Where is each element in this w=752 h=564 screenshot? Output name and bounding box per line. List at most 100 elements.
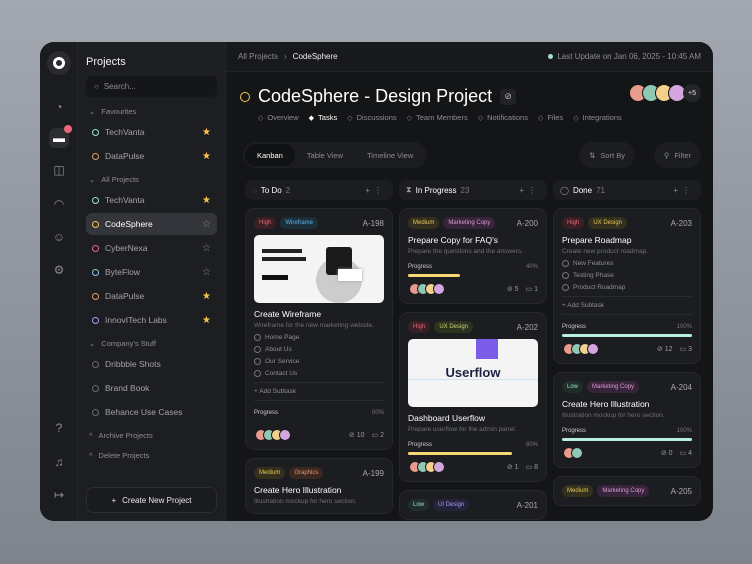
- card-meta: ⊘ 5 ▭ 1: [507, 285, 538, 293]
- breadcrumb-root[interactable]: All Projects: [238, 52, 278, 61]
- tab-overview[interactable]: ◇ Overview: [258, 113, 299, 122]
- checkbox-icon[interactable]: [562, 260, 569, 267]
- sidebar-item[interactable]: TechVanta ★: [86, 189, 217, 211]
- tab-tasks[interactable]: ◆ Tasks: [309, 113, 338, 122]
- task-card[interactable]: Low Marketing Copy A-204 Create Hero Illust…: [553, 372, 701, 468]
- assignee-avatars[interactable]: [562, 343, 599, 355]
- assignee-avatars[interactable]: [562, 447, 583, 459]
- view-timeline-view[interactable]: Timeline View: [355, 144, 425, 166]
- sort-button[interactable]: ⇅ Sort By: [579, 142, 635, 168]
- sidebar-item[interactable]: Behance Use Cases: [86, 401, 217, 423]
- subtask-item[interactable]: Product Roadmap: [562, 284, 692, 291]
- sidebar-item[interactable]: TechVanta ★: [86, 121, 217, 143]
- tab-team-members[interactable]: ◇ Team Members: [407, 113, 468, 122]
- star-filled-icon[interactable]: ★: [202, 151, 211, 162]
- sidebar-item[interactable]: ByteFlow ☆: [86, 261, 217, 283]
- subtask-item[interactable]: Contact Us: [254, 370, 384, 377]
- task-card[interactable]: Low UI Design A-201: [399, 490, 547, 520]
- task-card[interactable]: High UX Design A-202 Userflow Dashboard User…: [399, 312, 547, 482]
- search-input[interactable]: ○ Search...: [86, 76, 217, 97]
- team-avatars[interactable]: +5: [629, 84, 701, 102]
- subtask-item[interactable]: Our Service: [254, 358, 384, 365]
- deleted-projects-section[interactable]: ^ Delete Projects: [86, 445, 217, 465]
- checkbox-icon[interactable]: [254, 346, 261, 353]
- comments[interactable]: ▭ 2: [372, 431, 384, 439]
- sidebar-item[interactable]: InnovITech Labs ★: [86, 309, 217, 331]
- archive-projects-section[interactable]: ^ Archive Projects: [86, 425, 217, 445]
- column-actions[interactable]: +⋮: [673, 186, 694, 195]
- checkbox-icon[interactable]: [254, 334, 261, 341]
- progress-bar: [408, 274, 538, 277]
- subtask-item[interactable]: About Us: [254, 346, 384, 353]
- task-card[interactable]: Medium Marketing Copy A-205: [553, 476, 701, 506]
- star-outline-icon[interactable]: ☆: [202, 219, 211, 230]
- task-card[interactable]: High Wireframe A-198 Create Wireframe Wirefr…: [245, 208, 393, 450]
- logo[interactable]: [47, 51, 71, 75]
- help-icon[interactable]: ?: [49, 418, 69, 438]
- chevron-up-icon: ^: [89, 450, 93, 460]
- star-outline-icon[interactable]: ☆: [202, 267, 211, 278]
- chat-icon[interactable]: ◫: [49, 160, 69, 180]
- view-kanban[interactable]: Kanban: [245, 144, 295, 166]
- project-color-icon: [92, 244, 99, 252]
- attachments[interactable]: ⊘ 0: [661, 449, 673, 457]
- create-project-button[interactable]: + Create New Project: [86, 487, 217, 513]
- add-subtask-button[interactable]: + Add Subtask: [562, 296, 692, 315]
- star-filled-icon[interactable]: ★: [202, 127, 211, 138]
- subtask-label: About Us: [265, 346, 292, 353]
- comments[interactable]: ▭ 8: [526, 463, 538, 471]
- task-card[interactable]: High UX Design A-203 Prepare Roadmap Create …: [553, 208, 701, 364]
- star-filled-icon[interactable]: ★: [202, 315, 211, 326]
- comments[interactable]: ▭ 4: [680, 449, 692, 457]
- dashboard-icon[interactable]: ◔: [49, 97, 69, 117]
- user-icon[interactable]: ☺: [49, 227, 69, 247]
- tab-files[interactable]: ◇ Files: [538, 113, 563, 122]
- comments[interactable]: ▭ 1: [526, 285, 538, 293]
- assignee-avatars[interactable]: [408, 461, 445, 473]
- more-members[interactable]: +5: [683, 84, 701, 102]
- star-outline-icon[interactable]: ☆: [202, 243, 211, 254]
- assignee-avatars[interactable]: [408, 283, 445, 295]
- star-filled-icon[interactable]: ★: [202, 195, 211, 206]
- sidebar-item[interactable]: DataPulse ★: [86, 285, 217, 307]
- checkbox-icon[interactable]: [562, 284, 569, 291]
- subtask-item[interactable]: Home Page: [254, 334, 384, 341]
- tab-notifications[interactable]: ◇ Notifications: [478, 113, 528, 122]
- subtask-item[interactable]: New Features: [562, 260, 692, 267]
- sidebar-section-header[interactable]: ⌄ Company's Stuff: [86, 333, 217, 353]
- sidebar-item[interactable]: CyberNexa ☆: [86, 237, 217, 259]
- checkbox-icon[interactable]: [254, 370, 261, 377]
- bell-icon[interactable]: ◠: [49, 194, 69, 214]
- sidebar-section-header[interactable]: ⌄ All Projects: [86, 169, 217, 189]
- column-actions[interactable]: +⋮: [365, 186, 386, 195]
- sidebar-item[interactable]: Brand Book: [86, 377, 217, 399]
- assignee-avatars[interactable]: [254, 429, 291, 441]
- attachments[interactable]: ⊘ 10: [349, 431, 365, 439]
- logout-icon[interactable]: ↦: [49, 485, 69, 505]
- sidebar-item[interactable]: Dribbble Shots: [86, 353, 217, 375]
- attachments[interactable]: ⊘ 12: [657, 345, 673, 353]
- sidebar-item[interactable]: CodeSphere ☆: [86, 213, 217, 235]
- link-icon[interactable]: ⊘: [500, 88, 517, 105]
- headset-icon[interactable]: ♫: [49, 452, 69, 472]
- progress-value: 40%: [525, 264, 538, 270]
- star-filled-icon[interactable]: ★: [202, 291, 211, 302]
- view-table-view[interactable]: Table View: [295, 144, 355, 166]
- add-subtask-button[interactable]: + Add Subtask: [254, 382, 384, 401]
- task-card[interactable]: Medium Graphics A-199 Create Hero Illustrat…: [245, 458, 393, 514]
- column-actions[interactable]: +⋮: [519, 186, 540, 195]
- checkbox-icon[interactable]: [254, 358, 261, 365]
- folder-icon[interactable]: ▬: [49, 125, 72, 148]
- checkbox-icon[interactable]: [562, 272, 569, 279]
- task-card[interactable]: Medium Marketing Copy A-200 Prepare Copy fo…: [399, 208, 547, 304]
- attachments[interactable]: ⊘ 5: [507, 285, 519, 293]
- comments[interactable]: ▭ 3: [680, 345, 692, 353]
- tab-integrations[interactable]: ◇ Integrations: [573, 113, 622, 122]
- subtask-item[interactable]: Testing Phase: [562, 272, 692, 279]
- filter-button[interactable]: ⚲ Filter: [653, 142, 701, 168]
- attachments[interactable]: ⊘ 1: [507, 463, 519, 471]
- sidebar-item[interactable]: DataPulse ★: [86, 145, 217, 167]
- settings-icon[interactable]: ⚙: [49, 260, 69, 280]
- sidebar-section-header[interactable]: ⌄ Favourites: [86, 101, 217, 121]
- tab-discussions[interactable]: ◇ Discussions: [347, 113, 396, 122]
